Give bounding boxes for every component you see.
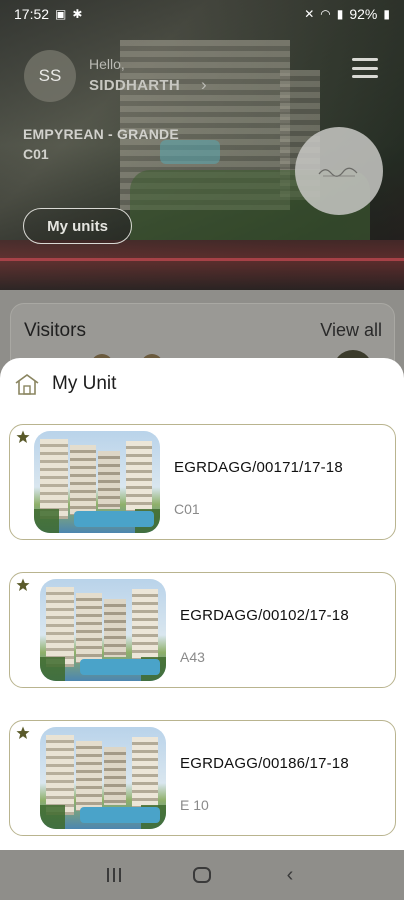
mute-icon: ✕: [304, 7, 315, 21]
recent-apps-button[interactable]: [94, 868, 134, 882]
project-unit: C01: [23, 146, 49, 162]
hamburger-menu-icon[interactable]: [352, 58, 378, 78]
project-logo: [295, 127, 383, 215]
greeting: Hello,: [89, 56, 125, 72]
hero-road-image: [0, 240, 404, 290]
back-button[interactable]: ‹: [270, 864, 310, 887]
sheet-title: My Unit: [52, 373, 117, 394]
settings-notification-icon: ✱: [72, 7, 83, 21]
my-unit-bottom-sheet: My Unit EGRDAGG/00171/17-18 C01 EGRDAGG/…: [0, 358, 404, 850]
gallery-notification-icon: ▣: [55, 7, 67, 21]
home-button[interactable]: [182, 867, 222, 883]
signal-icon: ▮: [336, 7, 344, 21]
hero-road-line: [0, 258, 404, 261]
chevron-right-icon[interactable]: ›: [201, 75, 207, 95]
sheet-header: My Unit: [14, 372, 116, 396]
hero-banner: 17:52 ▣ ✱ ✕ ◠ ▮ 92% ▮ SS Hello, SIDDHART…: [0, 0, 404, 290]
unit-code: E 10: [180, 797, 209, 813]
unit-id: EGRDAGG/00102/17-18: [180, 607, 349, 624]
avatar[interactable]: SS: [24, 50, 76, 102]
unit-thumbnail: [34, 431, 160, 533]
unit-thumbnail: [40, 579, 166, 681]
unit-code: C01: [174, 501, 200, 517]
unit-id: EGRDAGG/00171/17-18: [174, 459, 343, 476]
wifi-icon: ◠: [320, 7, 331, 21]
battery-percentage: 92%: [349, 6, 378, 22]
unit-card[interactable]: EGRDAGG/00171/17-18 C01: [9, 424, 396, 540]
favorite-star-icon[interactable]: [16, 430, 30, 444]
unit-code: A43: [180, 649, 205, 665]
back-icon: ‹: [286, 863, 294, 886]
unit-card[interactable]: EGRDAGG/00186/17-18 E 10: [9, 720, 396, 836]
home-icon: [15, 374, 39, 395]
battery-icon: ▮: [383, 7, 390, 21]
user-name[interactable]: SIDDHARTH: [89, 77, 180, 94]
hero-pool-image: [160, 140, 220, 164]
recent-apps-icon: [94, 868, 134, 882]
visitors-view-all-link[interactable]: View all: [320, 320, 382, 341]
favorite-star-icon[interactable]: [16, 726, 30, 740]
project-name: EMPYREAN - GRANDE: [23, 126, 179, 142]
visitors-title: Visitors: [24, 320, 86, 341]
unit-thumbnail: [40, 727, 166, 829]
home-nav-icon: [193, 867, 211, 883]
unit-id: EGRDAGG/00186/17-18: [180, 755, 349, 772]
project-logo-mark: [318, 167, 358, 177]
status-time: 17:52: [14, 6, 50, 22]
my-units-button[interactable]: My units: [23, 208, 132, 244]
avatar-initials: SS: [38, 66, 62, 85]
favorite-star-icon[interactable]: [16, 578, 30, 592]
status-bar: 17:52 ▣ ✱ ✕ ◠ ▮ 92% ▮: [0, 0, 404, 28]
system-navigation-bar: ‹: [0, 850, 404, 900]
unit-card[interactable]: EGRDAGG/00102/17-18 A43: [9, 572, 396, 688]
